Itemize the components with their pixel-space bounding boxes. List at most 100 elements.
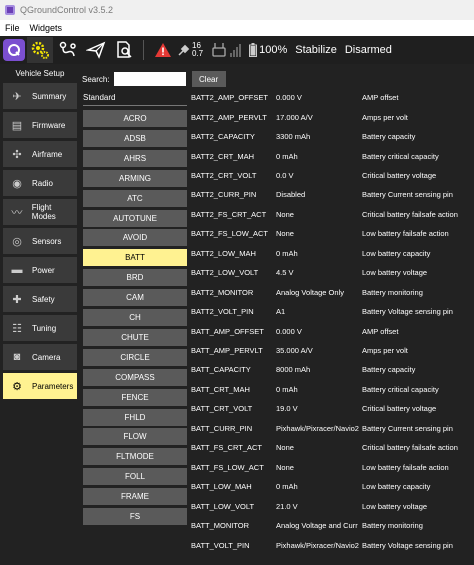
- battery-percent[interactable]: 100%: [259, 44, 287, 56]
- group-button-foll[interactable]: FOLL: [83, 468, 187, 486]
- table-row[interactable]: BATT2_AMP_PERVLT 17.000 A/V Amps per volt: [191, 107, 474, 126]
- sidebar-item-label: Sensors: [32, 236, 62, 246]
- group-button-atc[interactable]: ATC: [83, 189, 187, 207]
- param-value[interactable]: 0.000 V: [276, 327, 362, 336]
- table-row[interactable]: BATT2_CRT_MAH 0 mAh Battery critical capac…: [191, 146, 474, 165]
- param-value[interactable]: 8000 mAh: [276, 365, 362, 374]
- group-button-fhld[interactable]: FHLD: [83, 408, 187, 426]
- param-value[interactable]: 19.0 V: [276, 404, 362, 413]
- param-value[interactable]: 3300 mAh: [276, 132, 362, 141]
- signal-bars-button[interactable]: [229, 37, 243, 63]
- table-row[interactable]: BATT_LOW_MAH 0 mAh Low battery capacity: [191, 477, 474, 496]
- param-value[interactable]: Pixhawk/Pixracer/Navio2: [276, 541, 362, 550]
- table-row[interactable]: BATT_CURR_PIN Pixhawk/Pixracer/Navio2 Batt…: [191, 419, 474, 438]
- group-button-cam[interactable]: CAM: [83, 289, 187, 307]
- table-row[interactable]: BATT2_CURR_PIN Disabled Battery Current se…: [191, 185, 474, 204]
- table-row[interactable]: BATT2_MONITOR Analog Voltage Only Battery …: [191, 283, 474, 302]
- sidebar-item-power[interactable]: ▬ Power: [3, 257, 77, 283]
- flight-mode[interactable]: Stabilize: [295, 44, 337, 56]
- param-value[interactable]: Pixhawk/Pixracer/Navio2: [276, 424, 362, 433]
- param-name: BATT2_FS_LOW_ACT: [191, 229, 268, 239]
- group-button-adsb[interactable]: ADSB: [83, 129, 187, 147]
- table-row[interactable]: BATT2_CAPACITY 3300 mAh Battery capacity: [191, 127, 474, 146]
- group-button-avoid[interactable]: AVOID: [83, 229, 187, 247]
- table-row[interactable]: BATT_FS_CRT_ACT None Critical battery fail…: [191, 438, 474, 457]
- table-row[interactable]: BATT2_CRT_VOLT 0.0 V Critical battery volt…: [191, 166, 474, 185]
- param-value[interactable]: None: [276, 210, 362, 219]
- settings-gear-button[interactable]: [27, 37, 53, 63]
- sidebar-item-firmware[interactable]: ▤ Firmware: [3, 112, 77, 138]
- group-button-arming[interactable]: ARMING: [83, 169, 187, 187]
- param-value[interactable]: 0.0 V: [276, 171, 362, 180]
- table-row[interactable]: BATT_LOW_VOLT 21.0 V Low battery voltage: [191, 496, 474, 515]
- param-value[interactable]: 0 mAh: [276, 482, 362, 491]
- analyze-button[interactable]: [111, 37, 137, 63]
- gps-status-button[interactable]: [178, 37, 192, 63]
- sidebar-item-tuning[interactable]: ☷ Tuning: [3, 315, 77, 341]
- clear-button[interactable]: Clear: [191, 71, 226, 87]
- rc-rssi-button[interactable]: [211, 37, 227, 63]
- param-value[interactable]: 17.000 A/V: [276, 113, 362, 122]
- group-button-frame[interactable]: FRAME: [83, 488, 187, 506]
- group-button-chute[interactable]: CHUTE: [83, 328, 187, 346]
- param-value[interactable]: 0 mAh: [276, 385, 362, 394]
- param-value[interactable]: Analog Voltage and Curr: [276, 521, 362, 530]
- group-button-fltmode[interactable]: FLTMODE: [83, 448, 187, 466]
- table-row[interactable]: BATT_CAPACITY 8000 mAh Battery capacity: [191, 360, 474, 379]
- table-row[interactable]: BATT_CRT_MAH 0 mAh Battery critical capaci…: [191, 380, 474, 399]
- group-button-compass[interactable]: COMPASS: [83, 368, 187, 386]
- sidebar-item-camera[interactable]: ◙ Camera: [3, 344, 77, 370]
- menu-widgets[interactable]: Widgets: [25, 23, 68, 33]
- table-row[interactable]: BATT_FS_LOW_ACT None Low battery failsafe …: [191, 458, 474, 477]
- param-value[interactable]: Analog Voltage Only: [276, 288, 362, 297]
- sidebar-item-summary[interactable]: ✈ Summary: [3, 83, 77, 109]
- table-row[interactable]: BATT_AMP_OFFSET 0.000 V AMP offset: [191, 321, 474, 340]
- messages-warning-button[interactable]: [150, 37, 176, 63]
- group-button-ch[interactable]: CH: [83, 309, 187, 326]
- table-row[interactable]: BATT_MONITOR Analog Voltage and Curr Batte…: [191, 516, 474, 535]
- fly-view-button[interactable]: [83, 37, 109, 63]
- plan-view-button[interactable]: [55, 37, 81, 63]
- sidebar-item-sensors[interactable]: ◎ Sensors: [3, 228, 77, 254]
- satellite-icon: [178, 44, 190, 56]
- param-value[interactable]: Disabled: [276, 190, 362, 199]
- group-button-circle[interactable]: CIRCLE: [83, 348, 187, 366]
- search-input[interactable]: [113, 72, 186, 86]
- param-value[interactable]: 0.000 V: [276, 93, 362, 102]
- group-button-ahrs[interactable]: AHRS: [83, 149, 187, 167]
- table-row[interactable]: BATT2_LOW_VOLT 4.5 V Low battery voltage: [191, 263, 474, 282]
- sidebar-item-safety[interactable]: ✚ Safety: [3, 286, 77, 312]
- param-value[interactable]: None: [276, 229, 362, 238]
- table-row[interactable]: BATT2_FS_CRT_ACT None Critical battery fai…: [191, 205, 474, 224]
- param-value[interactable]: 4.5 V: [276, 268, 362, 277]
- table-row[interactable]: BATT2_AMP_OFFSET 0.000 V AMP offset: [191, 88, 474, 107]
- param-value[interactable]: 35.000 A/V: [276, 346, 362, 355]
- qgc-logo-button[interactable]: [3, 39, 25, 61]
- param-value[interactable]: 0 mAh: [276, 249, 362, 258]
- menu-file[interactable]: File: [0, 23, 25, 33]
- table-row[interactable]: BATT_AMP_PERVLT 35.000 A/V Amps per volt: [191, 341, 474, 360]
- param-value[interactable]: None: [276, 443, 362, 452]
- group-button-fence[interactable]: FENCE: [83, 388, 187, 406]
- table-row[interactable]: BATT2_LOW_MAH 0 mAh Low battery capacity: [191, 244, 474, 263]
- param-value[interactable]: None: [276, 463, 362, 472]
- group-button-flow[interactable]: FLOW: [83, 428, 187, 446]
- table-row[interactable]: BATT_CRT_VOLT 19.0 V Critical battery volt…: [191, 399, 474, 418]
- sidebar-item-radio[interactable]: ◉ Radio: [3, 170, 77, 196]
- param-value[interactable]: 21.0 V: [276, 502, 362, 511]
- sidebar-item-parameters[interactable]: ⚙ Parameters: [3, 373, 77, 399]
- table-row[interactable]: BATT2_VOLT_PIN A1 Battery Voltage sensing …: [191, 302, 474, 321]
- param-value[interactable]: 0 mAh: [276, 152, 362, 161]
- group-button-batt[interactable]: BATT: [83, 249, 187, 267]
- group-button-acro[interactable]: ACRO: [83, 110, 187, 127]
- table-row[interactable]: BATT_VOLT_PIN Pixhawk/Pixracer/Navio2 Batt…: [191, 535, 474, 554]
- param-value[interactable]: A1: [276, 307, 362, 316]
- table-row[interactable]: BATT2_FS_LOW_ACT None Low battery failsafe…: [191, 224, 474, 243]
- waypoint-path-icon: [59, 41, 76, 57]
- sidebar-item-airframe[interactable]: ✣ Airframe: [3, 141, 77, 167]
- group-button-autotune[interactable]: AUTOTUNE: [83, 209, 187, 227]
- group-button-fs[interactable]: FS: [83, 508, 187, 525]
- sidebar-item-flight-modes[interactable]: 〰 Flight Modes: [3, 199, 77, 225]
- group-button-brd[interactable]: BRD: [83, 269, 187, 287]
- armed-status[interactable]: Disarmed: [345, 44, 392, 56]
